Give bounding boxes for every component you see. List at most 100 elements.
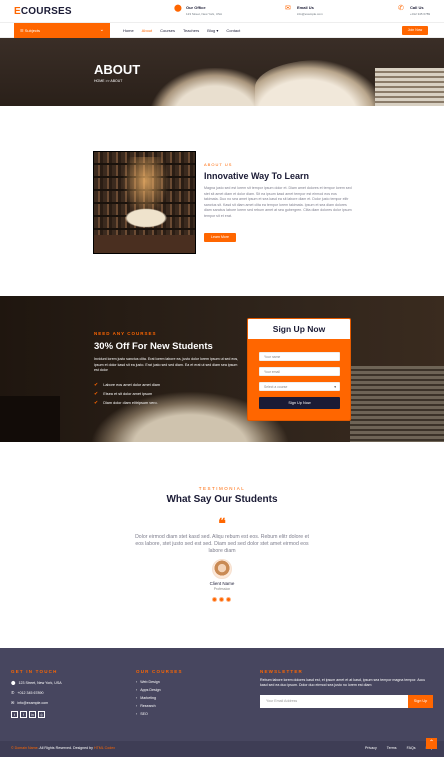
signup-button[interactable]: Sign Up Now — [259, 397, 340, 409]
about-kicker: ABOUT US — [204, 162, 233, 167]
call-info: ✆ Call Us +012 345 6789 — [398, 5, 431, 16]
courses-heading: OUR COURSES — [136, 669, 183, 674]
page-header: ABOUT HOME >> ABOUT — [0, 38, 444, 106]
caret-down-icon: ▾ — [216, 28, 219, 33]
library-image — [93, 151, 196, 254]
client-name: Client Name — [209, 581, 235, 586]
twitter-icon[interactable]: t — [11, 711, 18, 718]
map-marker-icon: ⬤ — [174, 5, 182, 12]
nav-home[interactable]: Home — [123, 23, 134, 38]
footer-email: ✉ info@example.com — [11, 700, 49, 705]
join-now-button[interactable]: Join Now — [402, 26, 428, 35]
footer-address: ⬤ 123 Street, New York, USA — [11, 680, 62, 685]
breadcrumb: HOME >> ABOUT — [94, 79, 123, 83]
facebook-icon[interactable]: f — [20, 711, 27, 718]
angle-right-icon: › — [136, 712, 138, 716]
breadcrumb-home[interactable]: HOME — [94, 79, 105, 83]
learn-more-button[interactable]: Learn More — [204, 233, 236, 242]
about-section: ABOUT US Innovative Way To Learn Magna j… — [0, 106, 444, 296]
signup-title: Sign Up Now — [248, 319, 350, 339]
email-field[interactable]: Your email — [259, 367, 340, 376]
book-stack-image — [350, 366, 444, 442]
newsletter-text: Rebum labore lorem dolores kasd est, et … — [260, 678, 426, 688]
nav-menu: Home About Courses Teachers Blog ▾ Conta… — [123, 23, 240, 38]
privacy-link[interactable]: Privacy — [365, 746, 377, 750]
nav-teachers[interactable]: Teachers — [183, 23, 199, 38]
angle-right-icon: › — [136, 688, 138, 692]
footer-course-link[interactable]: › Apps Design — [136, 688, 161, 692]
faqs-link[interactable]: FAQs — [407, 746, 416, 750]
footer: GET IN TOUCH ⬤ 123 Street, New York, USA … — [0, 648, 444, 757]
phone-icon: ✆ — [398, 5, 404, 12]
promo-list: ✔ Labore eos amet dolor amet diam ✔ Etsea … — [94, 380, 160, 407]
social-links: t f in ◎ — [11, 711, 45, 718]
arrow-up-icon: ⌃ — [428, 740, 435, 746]
breadcrumb-current: ABOUT — [110, 79, 123, 83]
map-marker-icon: ⬤ — [11, 680, 16, 685]
cup-image — [0, 396, 60, 442]
promo-kicker: NEED ANY COURSES — [94, 331, 157, 336]
office-info: ⬤ Our Office 123 Street, New York, USA — [174, 5, 223, 16]
nav-contact[interactable]: Contact — [226, 23, 240, 38]
nav-courses[interactable]: Courses — [160, 23, 175, 38]
quote-icon: ❝ — [218, 515, 226, 531]
testimonial-section: TESTIMONIAL What Say Our Students ❝ Dolo… — [0, 442, 444, 648]
carousel-dots — [212, 597, 231, 602]
angle-right-icon: › — [136, 680, 138, 684]
testimonial-text: Dolor eirmod diam stet kasd sed. Aliqu r… — [135, 534, 309, 554]
logo[interactable]: ECOURSES — [14, 6, 72, 17]
footer-links: Privacy Terms FAQs Help — [365, 746, 433, 750]
footer-course-link[interactable]: › Marketing — [136, 696, 156, 700]
footer-course-link[interactable]: › SEO — [136, 712, 148, 716]
phone-icon: ✆ — [11, 690, 15, 695]
footer-bottom: © Domain Name. All Rights Reserved. Desi… — [0, 741, 444, 757]
newsletter-email-input[interactable]: Your Email Address — [260, 695, 408, 708]
designer-link[interactable]: HTML Codex — [94, 746, 115, 750]
carousel-dot[interactable] — [212, 597, 217, 602]
promo-title: 30% Off For New Students — [94, 341, 213, 352]
domain-link[interactable]: © Domain Name — [11, 746, 38, 750]
name-field[interactable]: Your name — [259, 352, 340, 361]
check-icon: ✔ — [94, 390, 99, 397]
course-select[interactable]: Select a course ▾ — [259, 382, 340, 391]
book-image — [255, 60, 385, 106]
footer-course-link[interactable]: › Web Design — [136, 680, 160, 684]
newsletter-heading: NEWSLETTER — [260, 669, 303, 674]
avatar — [212, 559, 232, 579]
subjects-dropdown[interactable]: ☰ Subjects ⌄ — [14, 23, 110, 38]
back-to-top-button[interactable]: ⌃ — [426, 738, 437, 749]
chevron-down-icon: ⌄ — [99, 27, 104, 33]
nav-about[interactable]: About — [142, 23, 152, 38]
nav-blog[interactable]: Blog ▾ — [207, 23, 218, 38]
promo-text: Invidunt lorem justo sanctus clita. Erat… — [94, 357, 239, 372]
footer-phone: ✆ +012 345 67890 — [11, 690, 44, 695]
angle-right-icon: › — [136, 696, 138, 700]
email-info: ✉ Email Us info@example.com — [285, 5, 323, 16]
check-icon: ✔ — [94, 399, 99, 406]
list-item: ✔ Etsea et sit dolor amet ipsum — [94, 390, 153, 397]
client-profession: Profession — [213, 587, 231, 591]
carousel-dot[interactable] — [219, 597, 224, 602]
get-in-touch-heading: GET IN TOUCH — [11, 669, 58, 674]
navbar: ☰ Subjects ⌄ Home About Courses Teachers… — [0, 22, 444, 38]
about-text: Magna justo sed est lorem sit tempor ips… — [204, 186, 352, 218]
list-item: ✔ Diam dolor diam elitripsum vero. — [94, 399, 158, 406]
instagram-icon[interactable]: ◎ — [38, 711, 45, 718]
list-item: ✔ Labore eos amet dolor amet diam — [94, 381, 160, 388]
promo-section: NEED ANY COURSES 30% Off For New Student… — [0, 296, 444, 442]
angle-right-icon: › — [136, 704, 138, 708]
copyright: © Domain Name. All Rights Reserved. Desi… — [11, 746, 116, 750]
testimonial-title: What Say Our Students — [166, 494, 278, 505]
signup-card: Sign Up Now Your name Your email Select … — [247, 318, 351, 421]
caret-down-icon: ▾ — [334, 385, 336, 389]
envelope-icon: ✉ — [285, 5, 291, 12]
envelope-icon: ✉ — [11, 700, 15, 705]
terms-link[interactable]: Terms — [387, 746, 397, 750]
linkedin-icon[interactable]: in — [29, 711, 36, 718]
newsletter-signup-button[interactable]: Sign Up — [408, 695, 433, 708]
top-bar: ECOURSES ⬤ Our Office 123 Street, New Yor… — [0, 0, 444, 22]
about-title: Innovative Way To Learn — [204, 171, 310, 181]
footer-course-link[interactable]: › Research — [136, 704, 156, 708]
carousel-dot[interactable] — [226, 597, 231, 602]
page-title: ABOUT — [94, 62, 141, 77]
